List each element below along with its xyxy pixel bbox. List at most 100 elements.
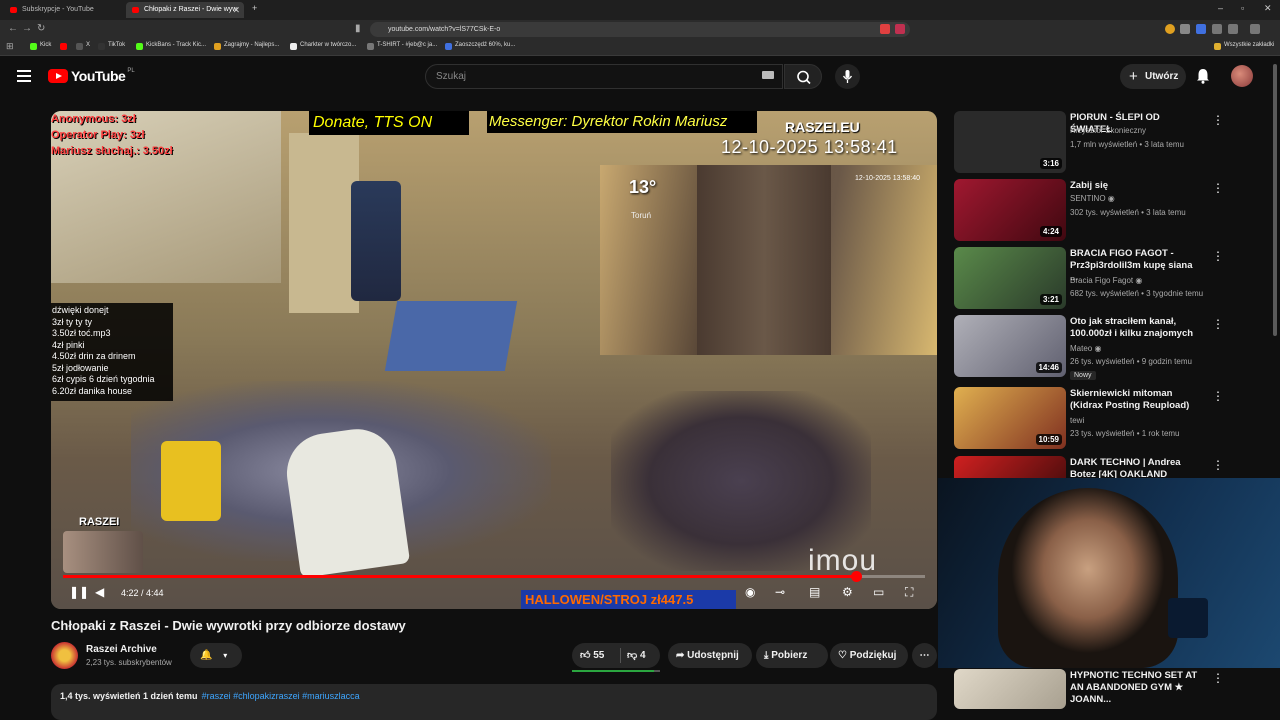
recommended-video[interactable]: HYPNOTIC TECHNO SET AT AN ABANDONED GYM … — [954, 669, 1280, 709]
messenger-banner: Messenger: Dyrektor Rokin Mariusz — [487, 111, 757, 133]
browser-tab-subscriptions[interactable]: Subskrypcje - YouTube — [4, 2, 122, 18]
bookmark-tshirt[interactable]: T-SHIRT - #jeb@c ja... — [367, 42, 437, 50]
page-scrollbar[interactable] — [1273, 64, 1277, 336]
fullscreen-icon[interactable]: ⛶ — [905, 585, 913, 600]
recommended-video[interactable]: 3:21 BRACIA FIGO FAGOT - Prz3pi3rdolil3m… — [954, 247, 1280, 309]
more-options-icon[interactable]: ⋮ — [1212, 113, 1224, 127]
progress-scrubber[interactable] — [851, 571, 863, 582]
reload-icon[interactable]: ↻ — [37, 23, 45, 34]
recommended-video[interactable]: 14:46 Oto jak straciłem kanał, 100.000zł… — [954, 315, 1280, 380]
subscription-notifications-button[interactable]: 🔔 ▾ — [190, 643, 242, 668]
new-badge: Nowy — [1070, 371, 1096, 380]
video-thumbnail: 3:21 — [954, 247, 1066, 309]
notifications-bell-icon[interactable] — [1196, 68, 1210, 84]
create-button[interactable]: + Utwórz — [1120, 64, 1186, 89]
duration-badge: 3:21 — [1039, 294, 1062, 305]
like-count: 55 — [593, 650, 605, 661]
browser-tab-video[interactable]: Chłopaki z Raszei - Dwie wyw ✕ — [126, 2, 244, 18]
progress-fill — [63, 575, 857, 578]
duration-badge: 10:59 — [1035, 434, 1062, 445]
bookmark-x[interactable]: X — [76, 42, 90, 50]
recommended-video[interactable]: 4:24 Zabij się SENTINO ◉ 302 tys. wyświe… — [954, 179, 1280, 241]
extension-icon[interactable] — [1165, 24, 1175, 34]
bookmark-zaoszczedz[interactable]: Zaoszczędź 60%, ku... — [445, 42, 515, 50]
bookmark-zagrajmy[interactable]: Zagrajmy - Najleps... — [214, 42, 279, 50]
microphone-icon — [842, 70, 853, 83]
hamburger-menu-icon[interactable] — [17, 70, 31, 82]
download-button[interactable]: ⤓ Pobierz — [756, 643, 828, 668]
all-bookmarks[interactable]: Wszystkie zakładki — [1214, 42, 1274, 50]
close-window-icon[interactable]: ✕ — [1264, 3, 1272, 14]
extension-icon[interactable] — [1212, 24, 1222, 34]
more-options-icon[interactable]: ⋮ — [1212, 249, 1224, 263]
channel-name[interactable]: Raszei Archive — [86, 644, 157, 655]
thanks-button[interactable]: ♡ Podziękuj — [830, 643, 908, 668]
like-button[interactable]: 👍︎ 55 — [580, 643, 604, 668]
download-label: Pobierz — [771, 650, 808, 661]
bookmark-icon[interactable]: ▮ — [355, 23, 361, 34]
theater-mode-icon[interactable]: ▭ — [873, 585, 884, 599]
bookmark-kickbans[interactable]: KickBans - Track Kic... — [136, 42, 206, 50]
halloween-banner: HALLOWEN/STROJ zł447.5 — [521, 590, 736, 609]
recommended-video[interactable]: 3:16 PIORUN - ŚLEPI OD ŚWIATEŁ Krzysztof… — [954, 111, 1280, 173]
thumbs-up-icon: 👍︎ — [580, 650, 591, 661]
dislike-button[interactable]: 👎︎ 4 — [627, 643, 646, 668]
search-button[interactable] — [784, 64, 822, 89]
url-field[interactable]: youtube.com/watch?v=lS77CSk-E-o — [370, 22, 910, 37]
voice-search-button[interactable] — [835, 64, 860, 89]
door — [697, 165, 831, 355]
volume-icon[interactable]: ◀ — [95, 585, 104, 599]
thumbs-down-icon: 👎︎ — [627, 650, 638, 661]
bookmark-charkter[interactable]: Charkter w twórczo... — [290, 42, 356, 50]
youtube-logo[interactable]: YouTube PL — [48, 68, 135, 84]
new-tab-icon[interactable]: + — [252, 3, 257, 13]
pause-icon[interactable]: ❚❚ — [69, 585, 89, 599]
channel-avatar[interactable] — [51, 642, 78, 669]
more-options-icon[interactable]: ⋮ — [1212, 671, 1224, 685]
more-options-icon[interactable]: ⋮ — [1212, 458, 1224, 472]
divider — [620, 648, 621, 663]
duration-badge: 3:16 — [1039, 158, 1062, 169]
more-actions-button[interactable]: ⋯ — [912, 643, 937, 668]
recommended-video[interactable]: 10:59 Skierniewicki mitoman (Kidrax Post… — [954, 387, 1280, 449]
close-tab-icon[interactable]: ✕ — [232, 2, 240, 18]
extension-icon[interactable] — [1228, 24, 1238, 34]
more-options-icon[interactable]: ⋮ — [1212, 317, 1224, 331]
user-avatar[interactable] — [1231, 65, 1253, 87]
forward-icon[interactable]: → — [22, 23, 32, 34]
apps-icon[interactable]: ⊞ — [6, 41, 14, 52]
more-options-icon[interactable]: ⋮ — [1212, 389, 1224, 403]
sound-alert-item: 3.50zł toć.mp3 — [52, 328, 111, 338]
back-icon[interactable]: ← — [8, 23, 18, 34]
camera-watermark: imou — [808, 544, 878, 577]
settings-gear-icon[interactable]: ⚙ — [842, 585, 853, 599]
description-box[interactable] — [51, 684, 937, 720]
share-button[interactable]: ➦ Udostępnij — [668, 643, 752, 668]
progress-bar[interactable] — [63, 571, 925, 582]
inset-timestamp: 12-10-2025 13:58:40 — [855, 175, 920, 182]
recommended-video[interactable]: DARK TECHNO | Andrea Botez [4K] OAKLAND … — [954, 456, 1280, 480]
temperature: 13° — [629, 177, 657, 197]
recommended-meta: 682 tys. wyświetleń • 3 tygodnie temu — [1070, 289, 1204, 298]
hashtags[interactable]: #raszei #chlopakizraszei #mariuszlacca — [202, 691, 360, 701]
more-options-icon[interactable]: ⋮ — [1212, 181, 1224, 195]
bookmark-kick[interactable]: Kick — [30, 42, 51, 50]
recommended-channel: SENTINO ◉ — [1070, 194, 1115, 203]
bookmark-tiktok[interactable]: TikTok — [98, 42, 125, 50]
streamer-webcam — [938, 478, 1280, 668]
extension-icon[interactable] — [880, 24, 890, 34]
recommended-title: DARK TECHNO | Andrea Botez [4K] OAKLAND — [1070, 457, 1181, 480]
extension-icon[interactable] — [1180, 24, 1190, 34]
minimize-icon[interactable]: – — [1218, 3, 1223, 13]
subtitles-icon[interactable]: ▤ — [809, 585, 820, 599]
search-input[interactable]: Szukaj — [425, 64, 783, 89]
keyboard-icon[interactable] — [762, 71, 774, 79]
extension-icon[interactable] — [895, 24, 905, 34]
video-player[interactable]: Anonymous: 3zł Operator Play: 3zł Marius… — [51, 111, 937, 609]
menu-icon[interactable] — [1250, 24, 1260, 34]
maximize-icon[interactable]: ▫ — [1241, 3, 1244, 13]
extension-icon[interactable] — [1196, 24, 1206, 34]
share-label: Udostępnij — [687, 650, 739, 661]
autoplay-switch[interactable]: ⊸ — [775, 585, 785, 599]
autoplay-toggle-icon[interactable]: ◉ — [745, 585, 755, 599]
